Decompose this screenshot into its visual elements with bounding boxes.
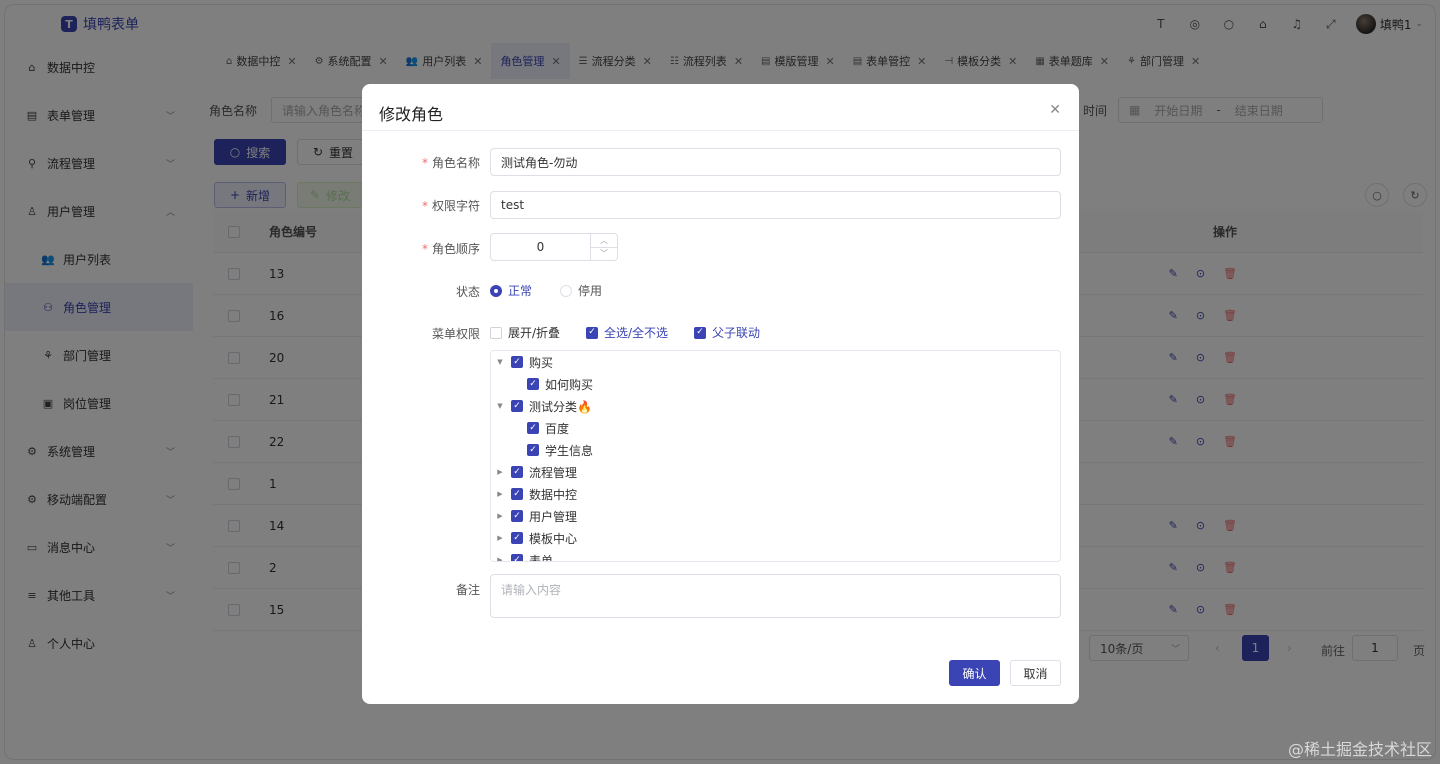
edit-role-dialog: 修改角色 ✕ * 角色名称 测试角色-勿动 * 权限字符 test * 角色顺序 0 … <box>362 84 1079 704</box>
tree-node-label: 模板中心 <box>529 531 578 546</box>
close-icon[interactable]: ✕ <box>1049 102 1061 118</box>
decrement-icon[interactable]: ﹀ <box>591 248 617 261</box>
perm-label-text: 权限字符 <box>431 199 480 213</box>
watermark: @稀土掘金技术社区 <box>1287 740 1432 759</box>
tree-node[interactable]: ▼ ✓ 测试分类🔥 <box>495 395 592 417</box>
checkbox-checked-icon[interactable]: ✓ <box>511 488 523 500</box>
tree-node-label: 流程管理 <box>529 465 578 480</box>
checkbox-checked-icon[interactable]: ✓ <box>511 532 523 544</box>
checkbox-checked-icon[interactable]: ✓ <box>511 356 523 368</box>
checkbox-checked-icon[interactable]: ✓ <box>527 422 539 434</box>
role-name-input[interactable]: 测试角色-勿动 <box>490 148 1061 176</box>
tree-node[interactable]: ▶ ✓ 数据中控 <box>495 483 577 505</box>
tree-node[interactable]: ✓ 如何购买 <box>511 373 593 395</box>
checkbox-label: 全选/全不选 <box>604 326 669 340</box>
dialog-divider <box>362 130 1079 131</box>
tree-node[interactable]: ▶ ✓ 用户管理 <box>495 505 577 527</box>
checkbox-checked-icon[interactable]: ✓ <box>527 378 539 390</box>
menu-perm-label: 菜单权限 <box>431 327 480 341</box>
tree-node-label: 百度 <box>545 421 570 436</box>
caret-right-icon[interactable]: ▶ <box>495 556 505 561</box>
order-label: * 角色顺序 <box>421 242 480 256</box>
order-value: 0 <box>536 240 545 254</box>
caret-right-icon[interactable]: ▶ <box>495 490 505 498</box>
status-label: 状态 <box>455 285 480 299</box>
remark-textarea[interactable]: 请输入内容 <box>490 574 1061 618</box>
remark-label: 备注 <box>455 583 480 597</box>
status-normal-radio[interactable]: 正常 <box>490 282 532 299</box>
caret-down-icon[interactable]: ▼ <box>495 402 505 410</box>
menu-tree[interactable]: ▼ ✓ 购买 ✓ 如何购买 ▼ ✓ 测试分类🔥 ✓ 百度 ✓ 学生信息 ▶ ✓ 流程管理 ▶ ✓ 数据… <box>490 350 1061 562</box>
radio-on-icon <box>490 284 502 297</box>
tree-node[interactable]: ▶ ✓ 表单 <box>495 549 554 562</box>
perm-label: * 权限字符 <box>421 199 480 213</box>
dialog-title: 修改角色 <box>379 105 444 124</box>
radio-label: 停用 <box>578 284 603 298</box>
checkbox-checked-icon[interactable]: ✓ <box>511 466 523 478</box>
parent-child-link-checkbox[interactable]: ✓ 父子联动 <box>694 324 760 341</box>
radio-off-icon <box>560 284 572 297</box>
checkbox-checked-icon: ✓ <box>586 326 598 339</box>
tree-node-label: 学生信息 <box>545 443 594 458</box>
tree-node-label: 用户管理 <box>529 509 578 524</box>
caret-down-icon[interactable]: ▼ <box>495 358 505 366</box>
select-all-checkbox[interactable]: ✓ 全选/全不选 <box>586 324 668 341</box>
caret-right-icon[interactable]: ▶ <box>495 468 505 476</box>
role-name-label-text: 角色名称 <box>431 156 480 170</box>
confirm-button[interactable]: 确认 <box>949 660 1000 686</box>
role-name-label: * 角色名称 <box>421 156 480 170</box>
checkbox-icon <box>490 326 502 339</box>
perm-input[interactable]: test <box>490 191 1061 219</box>
cancel-button[interactable]: 取消 <box>1010 660 1061 686</box>
order-stepper[interactable]: 0 ︿ ﹀ <box>490 233 618 261</box>
tree-node[interactable]: ▼ ✓ 购买 <box>495 351 553 373</box>
expand-collapse-checkbox[interactable]: 展开/折叠 <box>490 324 560 341</box>
increment-icon[interactable]: ︿ <box>591 234 617 248</box>
checkbox-label: 展开/折叠 <box>508 326 561 340</box>
checkbox-checked-icon[interactable]: ✓ <box>511 510 523 522</box>
checkbox-checked-icon: ✓ <box>694 326 706 339</box>
checkbox-checked-icon[interactable]: ✓ <box>527 444 539 456</box>
radio-label: 正常 <box>508 284 533 298</box>
checkbox-checked-icon[interactable]: ✓ <box>511 400 523 412</box>
tree-node[interactable]: ✓ 百度 <box>511 417 569 439</box>
tree-node-label: 如何购买 <box>545 377 594 392</box>
checkbox-label: 父子联动 <box>712 326 761 340</box>
tree-node[interactable]: ✓ 学生信息 <box>511 439 593 461</box>
caret-right-icon[interactable]: ▶ <box>495 512 505 520</box>
checkbox-checked-icon[interactable]: ✓ <box>511 554 523 561</box>
status-disabled-radio[interactable]: 停用 <box>560 282 602 299</box>
tree-node[interactable]: ▶ ✓ 流程管理 <box>495 461 577 483</box>
caret-right-icon[interactable]: ▶ <box>495 534 505 542</box>
tree-node-label: 测试分类🔥 <box>529 399 592 414</box>
tree-node-label: 购买 <box>529 355 554 370</box>
tree-node-label: 表单 <box>529 553 554 562</box>
tree-node-label: 数据中控 <box>529 487 578 502</box>
order-label-text: 角色顺序 <box>431 242 480 256</box>
tree-node[interactable]: ▶ ✓ 模板中心 <box>495 527 577 549</box>
